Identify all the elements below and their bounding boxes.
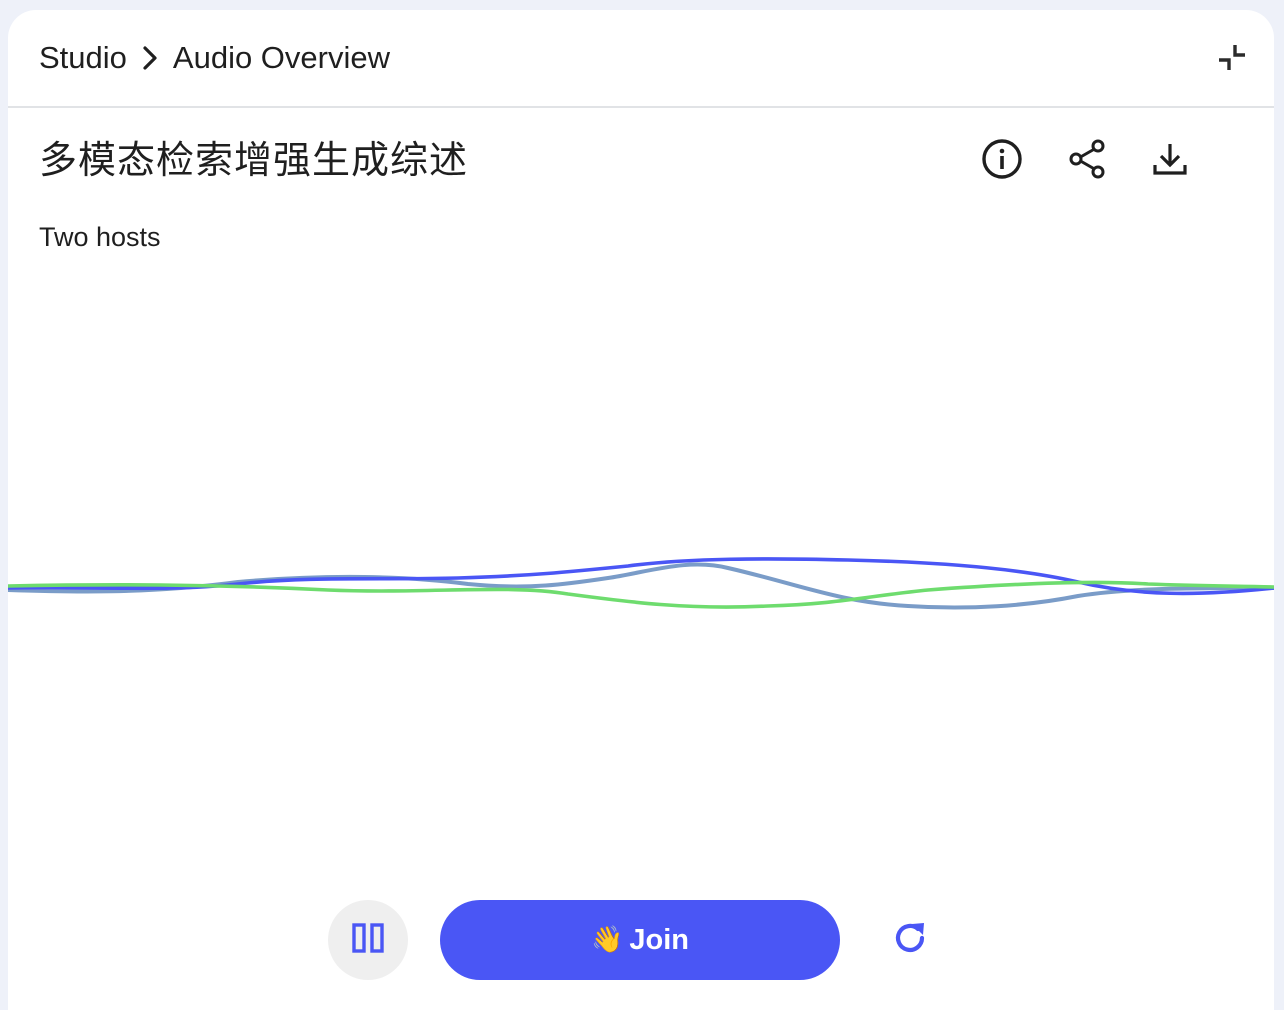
info-icon bbox=[981, 138, 1023, 185]
title-row: 多模态检索增强生成综述 bbox=[39, 132, 1234, 188]
join-button[interactable]: 👋 Join bbox=[440, 900, 840, 980]
replay-icon bbox=[891, 919, 929, 962]
audio-overview-panel: Studio Audio Overview 多模态检索增强生成综述 Two ho… bbox=[8, 10, 1274, 1010]
chevron-right-icon bbox=[133, 38, 167, 78]
pause-button[interactable] bbox=[328, 900, 408, 980]
join-label: Join bbox=[629, 923, 689, 956]
overview-title: 多模态检索增强生成综述 bbox=[39, 138, 469, 182]
waving-hand-icon: 👋 bbox=[591, 925, 624, 955]
collapse-icon bbox=[1216, 42, 1248, 79]
info-button[interactable] bbox=[979, 138, 1025, 184]
breadcrumb-current: Audio Overview bbox=[172, 40, 390, 75]
collapse-button[interactable] bbox=[1212, 40, 1252, 80]
overview-subtitle: Two hosts bbox=[39, 222, 161, 252]
breadcrumb: Studio Audio Overview bbox=[39, 38, 390, 78]
download-button[interactable] bbox=[1147, 138, 1193, 184]
pause-icon bbox=[352, 922, 384, 958]
wave-line-blue bbox=[8, 557, 1274, 596]
breadcrumb-studio-link[interactable]: Studio bbox=[39, 38, 127, 78]
audio-waveform bbox=[8, 557, 1274, 610]
panel-header: Studio Audio Overview bbox=[8, 10, 1274, 108]
download-icon bbox=[1150, 139, 1190, 184]
playback-controls: 👋 Join bbox=[8, 900, 1274, 980]
replay-button[interactable] bbox=[888, 918, 932, 962]
share-button[interactable] bbox=[1065, 138, 1111, 184]
share-icon bbox=[1067, 138, 1109, 185]
